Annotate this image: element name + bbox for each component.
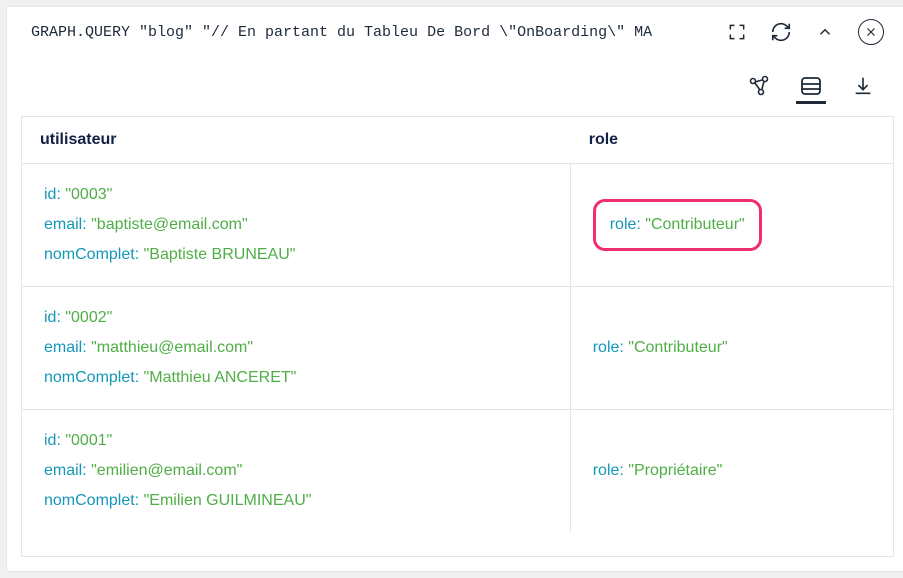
kv-nomComplet: nomComplet: "Matthieu ANCERET"	[44, 363, 548, 393]
key-label: id	[44, 186, 56, 203]
results-panel: GRAPH.QUERY "blog" "// En partant du Tab…	[6, 6, 903, 572]
key-label: email	[44, 462, 82, 479]
cell-user: id: "0002"email: "matthieu@email.com"nom…	[22, 287, 571, 409]
value-text: "Propriétaire"	[628, 462, 722, 479]
value-text: "Contributeur"	[628, 339, 727, 356]
fullscreen-icon[interactable]	[726, 21, 748, 43]
kv-email: email: "matthieu@email.com"	[44, 333, 548, 363]
key-label: email	[44, 216, 82, 233]
kv-id: id: "0001"	[44, 426, 548, 456]
table-header: utilisateur role	[22, 117, 893, 164]
value-text: "0001"	[65, 432, 112, 449]
table-row: id: "0002"email: "matthieu@email.com"nom…	[22, 287, 893, 410]
kv-email: email: "emilien@email.com"	[44, 456, 548, 486]
cell-role: role: "Contributeur"	[571, 164, 893, 286]
value-text: "0002"	[65, 309, 112, 326]
kv-id: id: "0002"	[44, 303, 548, 333]
table-view-icon[interactable]	[796, 74, 826, 104]
value-text: "matthieu@email.com"	[91, 339, 253, 356]
graph-view-icon[interactable]	[744, 74, 774, 104]
query-bar-actions	[726, 19, 884, 45]
key-label: nomComplet	[44, 492, 135, 509]
cell-role: role: "Propriétaire"	[571, 410, 893, 532]
results-table: utilisateur role id: "0003"email: "bapti…	[21, 116, 894, 557]
cell-user: id: "0001"email: "emilien@email.com"nomC…	[22, 410, 571, 532]
key-label: nomComplet	[44, 369, 135, 386]
value-text: "Matthieu ANCERET"	[144, 369, 297, 386]
key-label: role	[593, 462, 620, 479]
query-text: GRAPH.QUERY "blog" "// En partant du Tab…	[31, 24, 706, 41]
value-text: "Contributeur"	[645, 216, 744, 233]
key-label: email	[44, 339, 82, 356]
value-text: "emilien@email.com"	[91, 462, 242, 479]
highlight-box: role: "Contributeur"	[593, 199, 762, 251]
column-header-role: role	[571, 117, 893, 163]
value-text: "Emilien GUILMINEAU"	[144, 492, 312, 509]
kv-role: role: "Contributeur"	[610, 210, 745, 240]
table-row: id: "0003"email: "baptiste@email.com"nom…	[22, 164, 893, 287]
key-label: role	[610, 216, 637, 233]
kv-nomComplet: nomComplet: "Emilien GUILMINEAU"	[44, 486, 548, 516]
kv-role: role: "Propriétaire"	[593, 456, 723, 486]
value-text: "Baptiste BRUNEAU"	[144, 246, 296, 263]
refresh-icon[interactable]	[770, 21, 792, 43]
key-label: role	[593, 339, 620, 356]
cell-user: id: "0003"email: "baptiste@email.com"nom…	[22, 164, 571, 286]
query-bar: GRAPH.QUERY "blog" "// En partant du Tab…	[7, 7, 903, 58]
value-text: "0003"	[65, 186, 112, 203]
view-switcher	[7, 58, 903, 116]
key-label: id	[44, 309, 56, 326]
kv-role: role: "Contributeur"	[593, 333, 728, 363]
kv-nomComplet: nomComplet: "Baptiste BRUNEAU"	[44, 240, 548, 270]
key-label: nomComplet	[44, 246, 135, 263]
column-header-user: utilisateur	[22, 117, 571, 163]
cell-role: role: "Contributeur"	[571, 287, 893, 409]
value-text: "baptiste@email.com"	[91, 216, 248, 233]
download-icon[interactable]	[848, 74, 878, 104]
kv-id: id: "0003"	[44, 180, 548, 210]
key-label: id	[44, 432, 56, 449]
collapse-icon[interactable]	[814, 21, 836, 43]
kv-email: email: "baptiste@email.com"	[44, 210, 548, 240]
close-icon[interactable]	[858, 19, 884, 45]
table-row: id: "0001"email: "emilien@email.com"nomC…	[22, 410, 893, 532]
